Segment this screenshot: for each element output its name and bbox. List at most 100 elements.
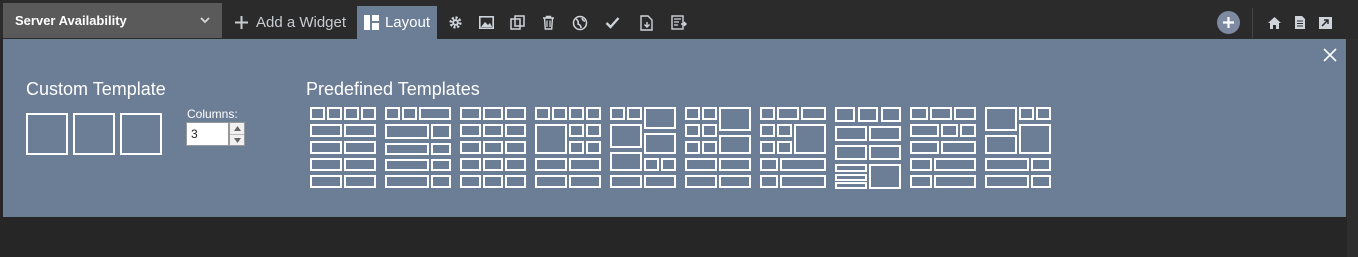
custom-column-preview [26,113,68,155]
template-cell [385,124,429,139]
template-cell [858,107,878,122]
template-cell [960,124,976,137]
template-option[interactable] [760,107,828,191]
template-cell [910,158,932,171]
template-cell [535,158,567,171]
dashboard-name: Server Availability [15,13,127,28]
template-cell [869,126,901,141]
template-cell [760,158,778,171]
template-cell [780,158,826,171]
template-cell [385,107,400,120]
spinner-up[interactable] [230,123,244,135]
template-cell [685,175,717,188]
add-dashboard-button[interactable] [1217,11,1240,34]
template-cell [361,107,376,120]
template-cell [505,141,526,154]
columns-spinner[interactable] [229,122,245,146]
template-cell [685,158,717,171]
fullscreen-button[interactable] [1310,6,1341,39]
custom-column-preview [120,113,162,155]
report-button[interactable] [663,6,694,39]
delete-button[interactable] [533,6,564,39]
template-option[interactable] [385,107,453,191]
template-cell [535,175,567,188]
tab-layout[interactable]: Layout [357,6,437,39]
template-option[interactable] [835,107,903,191]
add-widget-label: Add a Widget [255,14,347,31]
trash-icon [543,15,554,30]
template-cell [954,107,976,120]
template-option[interactable] [310,107,378,191]
custom-template-title: Custom Template [26,79,166,99]
template-cell [794,124,826,154]
caret-up-icon [233,126,241,131]
template-option[interactable] [610,107,678,191]
settings-button[interactable] [440,6,471,39]
close-icon[interactable] [1322,47,1338,63]
template-cell [941,141,976,154]
template-cell [702,124,717,137]
dashboard-select[interactable]: Server Availability [3,3,222,38]
template-cell [1031,175,1051,188]
image-button[interactable] [471,6,502,39]
screen-icon [1319,16,1332,29]
template-cell [460,175,481,188]
vertical-scrollbar[interactable] [1347,39,1358,257]
add-widget-button[interactable]: Add a Widget [226,6,354,39]
template-cell [586,141,601,154]
template-cell [835,174,867,181]
template-cell [777,107,799,120]
layout-icon [363,15,379,30]
plus-circle-icon [1223,17,1234,28]
template-option[interactable] [985,107,1053,191]
template-cell [310,107,325,120]
export-button[interactable] [631,6,662,39]
template-cell [310,158,342,171]
template-cell [719,158,751,171]
template-option[interactable] [685,107,753,191]
template-cell [431,124,451,139]
template-cell [685,124,700,137]
spinner-down[interactable] [230,135,244,146]
template-cell [644,133,676,154]
share-button[interactable] [564,6,595,39]
template-cell [881,107,901,122]
template-cell [777,141,792,154]
template-cell [610,124,642,148]
gear-icon [449,16,462,29]
template-cell [985,135,1017,154]
template-cell [310,175,342,188]
layout-panel: Custom Template Columns: 3 Predefined Te… [3,39,1346,217]
template-option[interactable] [535,107,603,191]
template-cell [801,107,826,120]
template-option[interactable] [910,107,978,191]
template-cell [419,107,451,120]
custom-column-preview [73,113,115,155]
template-cell [627,107,642,120]
template-cell [344,158,376,171]
template-cell [535,107,550,120]
template-cell [835,107,855,122]
template-cell [586,124,601,137]
template-cell [910,141,939,154]
columns-input[interactable]: 3 [186,122,229,146]
template-cell [569,141,584,154]
plus-icon [234,16,248,29]
template-cell [610,175,642,188]
template-cell [310,124,342,137]
template-cell [760,175,778,188]
template-option[interactable] [460,107,528,191]
template-cell [644,175,676,188]
template-cell [1031,158,1051,171]
template-cell [934,175,976,188]
validate-button[interactable] [597,6,628,39]
template-cell [483,141,503,154]
template-cell [869,164,901,189]
template-cell [327,107,342,120]
template-cell [569,124,584,137]
duplicate-button[interactable] [502,6,533,39]
template-cell [402,107,417,120]
template-cell [835,182,867,189]
template-cell [610,152,642,171]
template-cell [569,158,601,171]
